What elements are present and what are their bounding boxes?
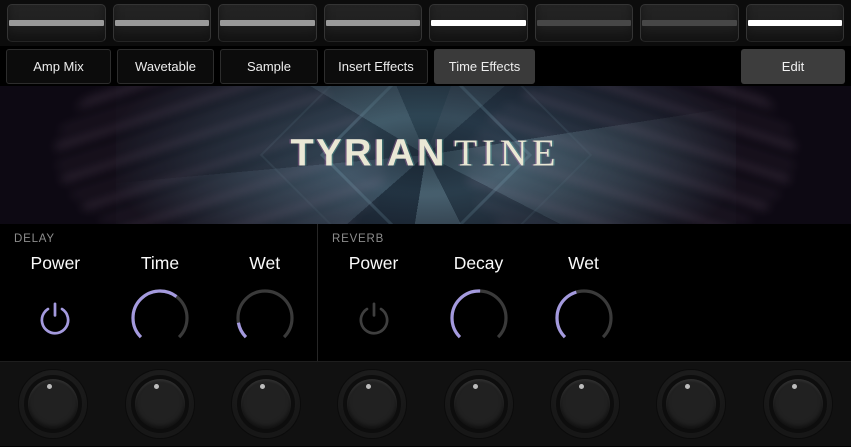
fader-slider-bar bbox=[747, 20, 842, 26]
hardware-knob-2[interactable] bbox=[106, 362, 212, 446]
reverb-decay-control: Decay bbox=[426, 253, 531, 352]
knob-indicator-dot bbox=[579, 384, 585, 389]
tab-label: Time Effects bbox=[448, 58, 521, 74]
delay-time-control: Time bbox=[108, 253, 213, 352]
fader-slider-bar bbox=[220, 20, 315, 26]
delay-controls: Power Time Wet bbox=[0, 253, 317, 352]
knob-indicator-dot bbox=[366, 384, 372, 389]
delay-power-icon[interactable] bbox=[34, 297, 76, 339]
fader-slider-8[interactable] bbox=[745, 4, 844, 42]
knob-body bbox=[240, 379, 291, 429]
delay-power-control: Power bbox=[3, 253, 108, 352]
edit-button-label: Edit bbox=[781, 58, 805, 74]
delay-power-label: Power bbox=[30, 253, 81, 273]
knob-outer-ring bbox=[763, 370, 832, 438]
reverb-wet-knob-area bbox=[552, 284, 616, 352]
tab-label: Insert Effects bbox=[338, 58, 414, 74]
synth-screen: Amp Mix Wavetable Sample Insert Effects … bbox=[0, 0, 851, 447]
reverb-decay-knob[interactable] bbox=[447, 286, 511, 350]
fader-slider-bar bbox=[642, 20, 737, 26]
hardware-knob-4[interactable] bbox=[319, 362, 425, 446]
knob-outer-ring bbox=[338, 370, 407, 438]
tab-wavetable[interactable]: Wavetable bbox=[117, 48, 214, 84]
reverb-decay-knob-area bbox=[447, 284, 511, 352]
fader-slider-bar bbox=[536, 20, 631, 26]
knob-indicator-dot bbox=[153, 384, 159, 389]
effects-panels: DELAY Power Time Wet REVERB Power Decay … bbox=[0, 224, 851, 362]
hardware-knob-1[interactable] bbox=[0, 362, 106, 446]
delay-panel: DELAY Power Time Wet bbox=[0, 224, 318, 361]
reverb-power-label: Power bbox=[348, 253, 399, 273]
knob-outer-ring bbox=[657, 370, 726, 438]
hardware-knob-8[interactable] bbox=[745, 362, 851, 446]
tab-insert-effects[interactable]: Insert Effects bbox=[324, 48, 428, 84]
tab-bar: Amp Mix Wavetable Sample Insert Effects … bbox=[0, 46, 851, 86]
fader-slider-bar bbox=[114, 20, 209, 26]
knob-body bbox=[772, 379, 823, 429]
knob-indicator-dot bbox=[791, 384, 797, 389]
hardware-knob-5[interactable] bbox=[426, 362, 532, 446]
fader-slider-bar bbox=[431, 20, 526, 26]
knob-outer-ring bbox=[444, 370, 513, 438]
delay-wet-control: Wet bbox=[212, 253, 317, 352]
fader-slider-5[interactable] bbox=[429, 4, 528, 42]
fader-slider-6[interactable] bbox=[534, 4, 633, 42]
hardware-knob-6[interactable] bbox=[532, 362, 638, 446]
preset-title-primary: TYRIAN bbox=[290, 132, 447, 175]
delay-time-knob-area bbox=[128, 284, 192, 352]
preset-title-secondary: TINE bbox=[453, 132, 561, 175]
fader-slider-7[interactable] bbox=[640, 4, 739, 42]
knob-indicator-dot bbox=[259, 384, 265, 389]
delay-section-label: DELAY bbox=[14, 233, 55, 245]
knob-outer-ring bbox=[19, 370, 88, 438]
delay-power-knob-area bbox=[34, 284, 76, 352]
reverb-wet-label: Wet bbox=[568, 253, 599, 273]
fader-slider-bar bbox=[325, 20, 420, 26]
knob-indicator-dot bbox=[47, 384, 53, 389]
knob-indicator-dot bbox=[685, 384, 691, 389]
reverb-power-icon[interactable] bbox=[353, 297, 395, 339]
reverb-panel: REVERB Power Decay Wet bbox=[318, 224, 851, 361]
delay-wet-knob[interactable] bbox=[233, 286, 297, 350]
knob-outer-ring bbox=[125, 370, 194, 438]
fader-slider-1[interactable] bbox=[7, 4, 106, 42]
fader-slider-3[interactable] bbox=[218, 4, 317, 42]
knob-body bbox=[134, 379, 185, 429]
tab-label: Wavetable bbox=[135, 58, 196, 74]
tab-label: Sample bbox=[246, 58, 292, 74]
preset-title: TYRIAN TINE bbox=[0, 132, 851, 176]
tab-time-effects[interactable]: Time Effects bbox=[434, 48, 535, 84]
tab-sample[interactable]: Sample bbox=[220, 48, 318, 84]
edit-button[interactable]: Edit bbox=[741, 48, 845, 84]
reverb-decay-label: Decay bbox=[453, 253, 504, 273]
knob-body bbox=[453, 379, 504, 429]
delay-wet-knob-area bbox=[233, 284, 297, 352]
knob-body bbox=[28, 379, 79, 429]
knob-outer-ring bbox=[231, 370, 300, 438]
delay-wet-label: Wet bbox=[249, 253, 281, 273]
reverb-wet-knob[interactable] bbox=[552, 286, 616, 350]
hardware-knob-3[interactable] bbox=[213, 362, 319, 446]
reverb-power-knob-area bbox=[353, 284, 395, 352]
reverb-controls: Power Decay Wet bbox=[318, 253, 851, 352]
reverb-wet-control: Wet bbox=[531, 253, 636, 352]
knob-body bbox=[560, 379, 611, 429]
reverb-section-label: REVERB bbox=[332, 233, 385, 245]
knob-indicator-dot bbox=[472, 384, 478, 389]
hardware-knob-7[interactable] bbox=[638, 362, 744, 446]
fader-slider-4[interactable] bbox=[323, 4, 422, 42]
tab-amp-mix[interactable]: Amp Mix bbox=[6, 48, 111, 84]
fader-slider-bar bbox=[9, 20, 104, 26]
hardware-knob-row bbox=[0, 362, 851, 446]
knob-outer-ring bbox=[551, 370, 620, 438]
reverb-power-control: Power bbox=[321, 253, 426, 352]
slider-strip bbox=[0, 0, 851, 46]
delay-time-knob[interactable] bbox=[128, 286, 192, 350]
fader-slider-2[interactable] bbox=[112, 4, 211, 42]
tab-label: Amp Mix bbox=[33, 58, 84, 74]
knob-body bbox=[347, 379, 398, 429]
delay-time-label: Time bbox=[140, 253, 180, 273]
knob-body bbox=[666, 379, 717, 429]
preset-artwork-banner: TYRIAN TINE bbox=[0, 86, 851, 224]
